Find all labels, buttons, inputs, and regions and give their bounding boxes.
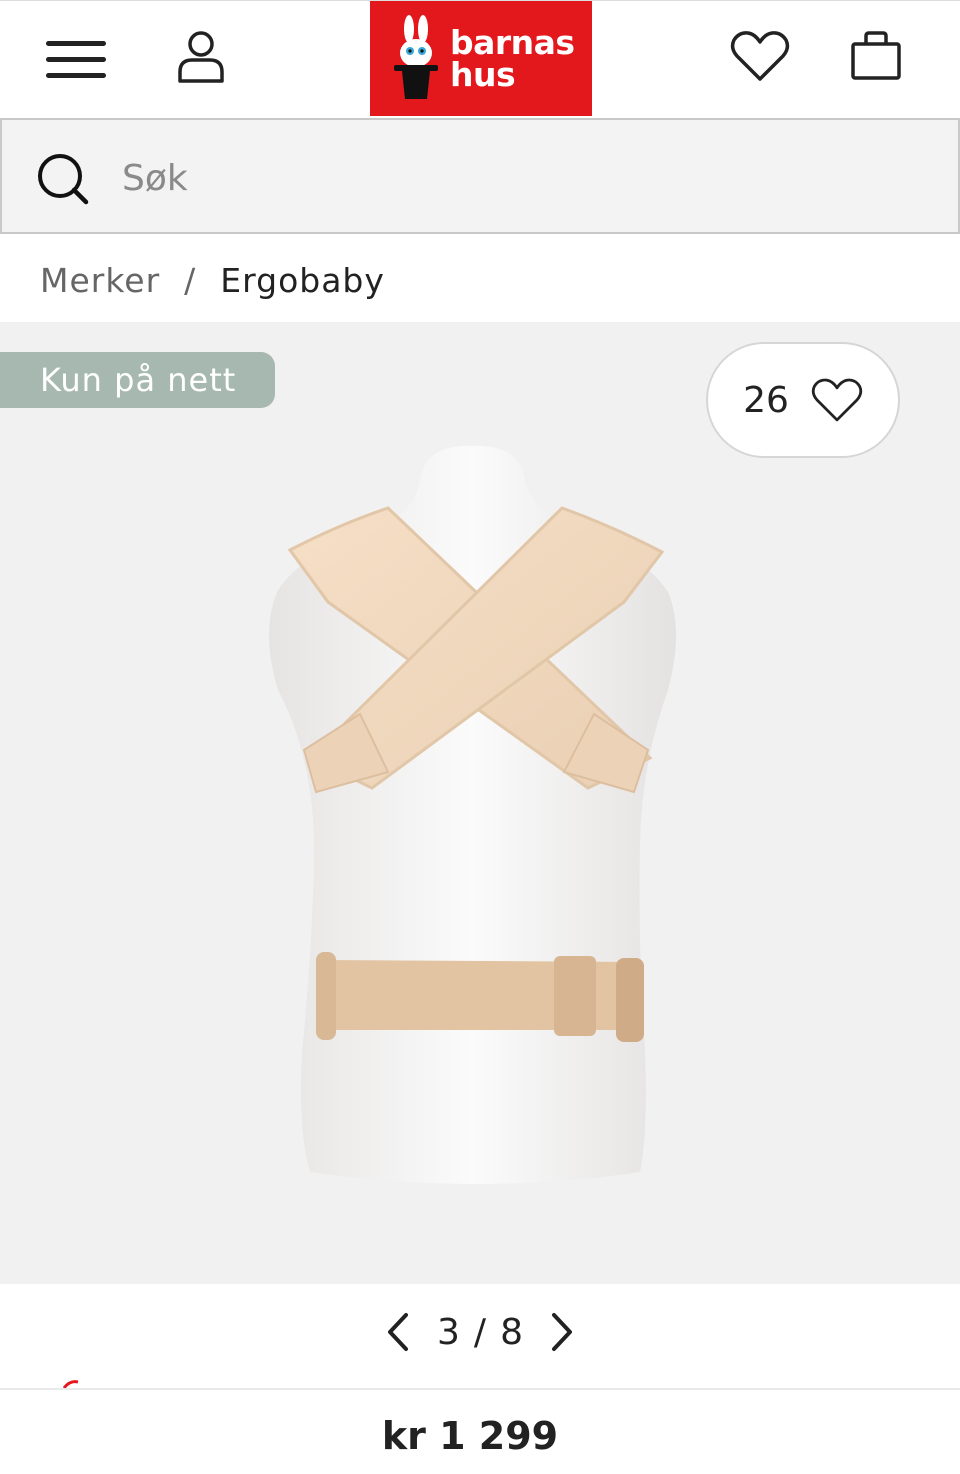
breadcrumb-separator: /	[184, 260, 197, 300]
current-image-number: 3	[437, 1311, 460, 1353]
product-gallery[interactable]: Kun på nett 26	[0, 322, 960, 1284]
section-divider	[0, 1388, 960, 1390]
online-only-badge: Kun på nett	[0, 352, 275, 408]
account-button[interactable]	[166, 21, 236, 91]
logo-wordmark: barnas hus	[450, 26, 575, 94]
next-image-button[interactable]	[544, 1307, 580, 1357]
breadcrumb-item-ergobaby: Ergobaby	[220, 260, 385, 300]
image-counter-separator: /	[473, 1311, 487, 1353]
search-input[interactable]	[122, 150, 902, 206]
logo-text-line2: hus	[450, 55, 516, 94]
previous-image-button[interactable]	[380, 1307, 416, 1357]
user-icon	[178, 31, 224, 83]
search-icon[interactable]	[36, 152, 90, 206]
favorites-button[interactable]	[722, 21, 798, 91]
like-count: 26	[743, 379, 789, 421]
breadcrumb-item-merker[interactable]: Merker	[40, 261, 160, 300]
breadcrumb: Merker / Ergobaby	[40, 256, 385, 304]
site-header: barnas hus	[0, 0, 960, 116]
image-counter: 3 / 8	[437, 1312, 523, 1353]
chevron-left-icon	[388, 1313, 408, 1351]
barnas-hus-logo[interactable]: barnas hus	[370, 1, 592, 116]
image-pager: 3 / 8	[380, 1300, 580, 1364]
product-price: kr 1 299	[381, 1414, 559, 1458]
heart-icon	[811, 378, 863, 422]
cart-button[interactable]	[840, 21, 912, 91]
heart-icon	[730, 31, 790, 81]
rabbit-in-hat-icon	[394, 15, 438, 99]
hamburger-menu-icon	[46, 41, 106, 78]
menu-button[interactable]	[36, 23, 116, 95]
product-image	[269, 445, 676, 1184]
chevron-right-icon	[551, 1313, 572, 1351]
total-image-count: 8	[500, 1311, 523, 1353]
shopping-bag-icon	[851, 31, 901, 80]
decorative-mark	[62, 1380, 79, 1388]
search-bar	[0, 118, 960, 234]
